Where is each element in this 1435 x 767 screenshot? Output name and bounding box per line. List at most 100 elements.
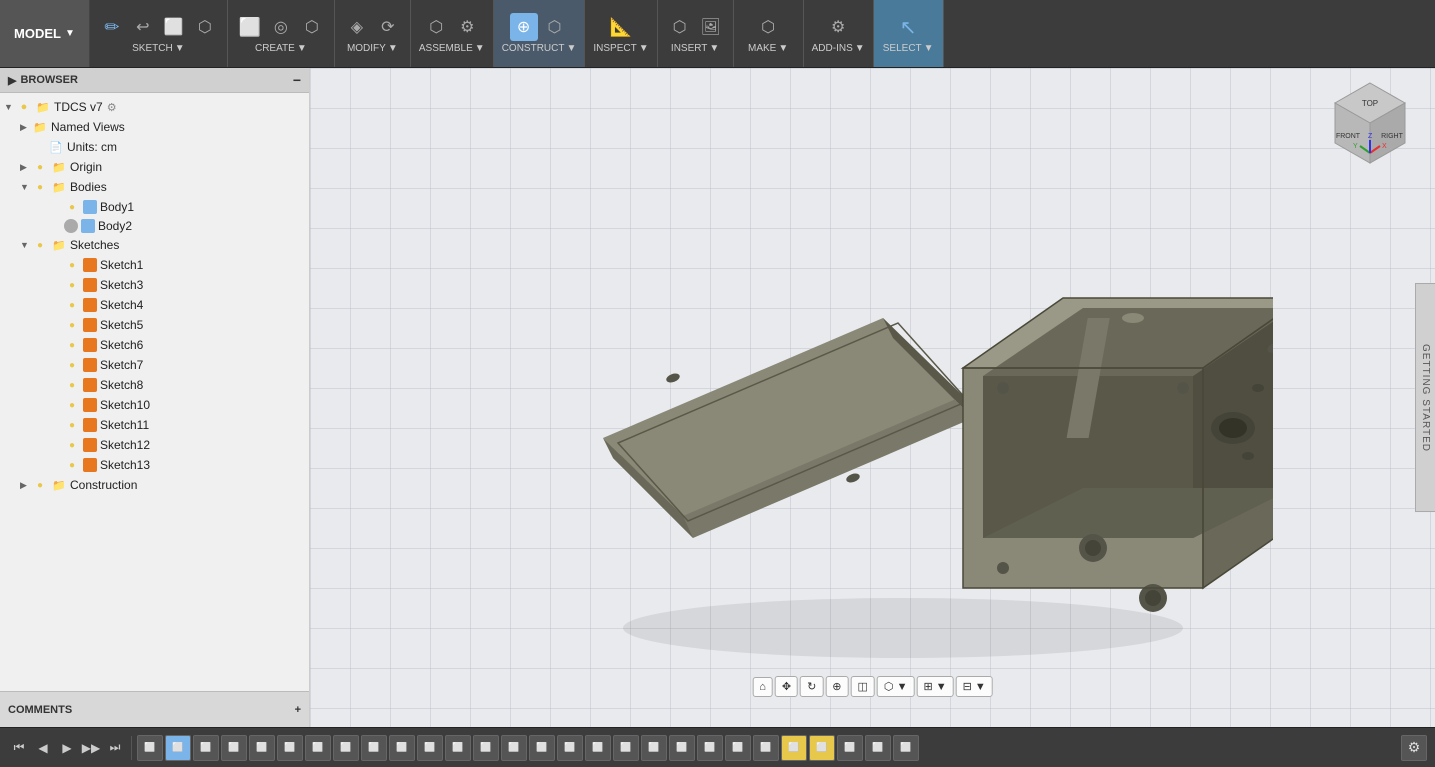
modify-group[interactable]: ◈ ⟳ MODIFY ▼: [335, 0, 411, 67]
vp-zoom-btn[interactable]: ⊕: [825, 676, 848, 697]
origin-visibility-icon: ●: [32, 159, 48, 175]
tree-sketch10[interactable]: ▶ ● Sketch10: [0, 395, 309, 415]
tree-sketch13[interactable]: ▶ ● Sketch13: [0, 455, 309, 475]
feature-btn-23[interactable]: ⬜: [753, 735, 779, 761]
feature-btn-7[interactable]: ⬜: [305, 735, 331, 761]
feature-btn-4[interactable]: ⬜: [221, 735, 247, 761]
settings-button[interactable]: ⚙: [1401, 735, 1427, 761]
tree-sketch12[interactable]: ▶ ● Sketch12: [0, 435, 309, 455]
timeline-prev-btn[interactable]: ◀: [32, 737, 54, 759]
tree-sketch8[interactable]: ▶ ● Sketch8: [0, 375, 309, 395]
feature-btn-5[interactable]: ⬜: [249, 735, 275, 761]
feature-btn-10[interactable]: ⬜: [389, 735, 415, 761]
timeline-end-btn[interactable]: ⏭: [104, 737, 126, 759]
feature-btn-26[interactable]: ⬜: [837, 735, 863, 761]
add-ins-group[interactable]: ⚙ ADD-INS ▼: [804, 0, 874, 67]
body1-name: Body1: [100, 200, 134, 214]
create-group[interactable]: ⬜ ◎ ⬡ CREATE ▼: [228, 0, 335, 67]
vp-grid-btn[interactable]: ⊞ ▼: [916, 676, 953, 697]
box-interior-screw-r1: [1252, 384, 1264, 392]
browser-collapse-icon[interactable]: −: [293, 72, 301, 88]
comments-expand-icon[interactable]: +: [295, 704, 301, 716]
vp-pan-btn[interactable]: ✥: [775, 676, 798, 697]
feature-btn-18[interactable]: ⬜: [613, 735, 639, 761]
feature-btn-19[interactable]: ⬜: [641, 735, 667, 761]
tree-named-views[interactable]: ▶ 📁 Named Views: [0, 117, 309, 137]
make-icons: ⬡: [754, 13, 782, 41]
select-group[interactable]: ↖ SELECT ▼: [874, 0, 944, 67]
body1-icon: [83, 200, 97, 214]
browser-header-left: ▶ BROWSER: [8, 74, 78, 87]
getting-started-tab[interactable]: GETTING STARTED: [1415, 283, 1435, 513]
tree-sketch7[interactable]: ▶ ● Sketch7: [0, 355, 309, 375]
browser-expand-icon[interactable]: ▶: [8, 74, 16, 87]
tree-sketch5[interactable]: ▶ ● Sketch5: [0, 315, 309, 335]
root-arrow: ▼: [4, 102, 16, 112]
tree-bodies[interactable]: ▼ ● 📁 Bodies: [0, 177, 309, 197]
feature-btn-1[interactable]: ⬜: [137, 735, 163, 761]
viewport[interactable]: TOP RIGHT FRONT X Y Z ⌂ ✥ ↻ ⊕ ◫ ⬡ ▼ ⊞ ▼ …: [310, 68, 1435, 727]
feature-btn-3[interactable]: ⬜: [193, 735, 219, 761]
root-settings-icon[interactable]: ⚙: [107, 101, 117, 114]
construction-folder-icon: 📁: [51, 477, 67, 493]
feature-btn-12[interactable]: ⬜: [445, 735, 471, 761]
sketch8-name: Sketch8: [100, 378, 143, 392]
feature-btn-16[interactable]: ⬜: [557, 735, 583, 761]
feature-btn-13[interactable]: ⬜: [473, 735, 499, 761]
create-icon-1: ⬜: [236, 13, 264, 41]
feature-btn-24[interactable]: ⬜: [781, 735, 807, 761]
feature-btn-27[interactable]: ⬜: [865, 735, 891, 761]
model-dropdown-button[interactable]: MODEL ▼: [0, 0, 90, 67]
feature-btn-2[interactable]: ⬜: [165, 735, 191, 761]
feature-btn-6[interactable]: ⬜: [277, 735, 303, 761]
tree-root[interactable]: ▼ ● 📁 TDCS v7 ⚙: [0, 97, 309, 117]
timeline-play-btn[interactable]: ▶: [56, 737, 78, 759]
feature-btn-20[interactable]: ⬜: [669, 735, 695, 761]
tree-origin[interactable]: ▶ ● 📁 Origin: [0, 157, 309, 177]
nav-cube[interactable]: TOP RIGHT FRONT X Y Z: [1325, 78, 1415, 168]
tree-body2[interactable]: ▶ Body2: [0, 217, 309, 235]
vp-home-btn[interactable]: ⌂: [752, 677, 773, 697]
insert-group[interactable]: ⬡ 🖼 INSERT ▼: [658, 0, 734, 67]
assemble-group[interactable]: ⬡ ⚙ ASSEMBLE ▼: [411, 0, 494, 67]
tree-body1[interactable]: ▶ ● Body1: [0, 197, 309, 217]
tree-sketch1[interactable]: ▶ ● Sketch1: [0, 255, 309, 275]
construction-visibility-icon: ●: [32, 477, 48, 493]
tree-units[interactable]: ▶ 📄 Units: cm: [0, 137, 309, 157]
feature-btn-11[interactable]: ⬜: [417, 735, 443, 761]
vp-visual-btn[interactable]: ⊟ ▼: [956, 676, 993, 697]
tree-sketch3[interactable]: ▶ ● Sketch3: [0, 275, 309, 295]
construct-group[interactable]: ⊕ ⬡ CONSTRUCT ▼: [494, 0, 586, 67]
sketch13-name: Sketch13: [100, 458, 150, 472]
feature-btn-25[interactable]: ⬜: [809, 735, 835, 761]
feature-btn-21[interactable]: ⬜: [697, 735, 723, 761]
feature-btn-8[interactable]: ⬜: [333, 735, 359, 761]
lid-screw-1: [665, 371, 681, 383]
vp-orbit-btn[interactable]: ↻: [800, 676, 823, 697]
sketch4-icon: [83, 298, 97, 312]
timeline-start-btn[interactable]: ⏮: [8, 737, 30, 759]
feature-btn-28[interactable]: ⬜: [893, 735, 919, 761]
tree-construction[interactable]: ▶ ● 📁 Construction: [0, 475, 309, 495]
make-group[interactable]: ⬡ MAKE ▼: [734, 0, 804, 67]
modify-icon-1: ◈: [343, 13, 371, 41]
feature-btn-14[interactable]: ⬜: [501, 735, 527, 761]
tree-sketches[interactable]: ▼ ● 📁 Sketches: [0, 235, 309, 255]
inspect-group[interactable]: 📐 INSPECT ▼: [585, 0, 657, 67]
tree-sketch6[interactable]: ▶ ● Sketch6: [0, 335, 309, 355]
vp-display-btn[interactable]: ⬡ ▼: [877, 676, 915, 697]
feature-btn-17[interactable]: ⬜: [585, 735, 611, 761]
tree-sketch11[interactable]: ▶ ● Sketch11: [0, 415, 309, 435]
insert-icon-1: ⬡: [666, 13, 694, 41]
model-3d-svg: [473, 108, 1273, 688]
inspect-icons: 📐: [607, 13, 635, 41]
tree-sketch4[interactable]: ▶ ● Sketch4: [0, 295, 309, 315]
feature-btn-9[interactable]: ⬜: [361, 735, 387, 761]
feature-btn-15[interactable]: ⬜: [529, 735, 555, 761]
timeline-next-btn[interactable]: ▶▶: [80, 737, 102, 759]
feature-btn-22[interactable]: ⬜: [725, 735, 751, 761]
sketch-group[interactable]: ✏ ↩ ⬜ ⬡ SKETCH ▼: [90, 0, 228, 67]
sketch11-icon: [83, 418, 97, 432]
sketch12-icon: [83, 438, 97, 452]
vp-fit-btn[interactable]: ◫: [851, 676, 875, 697]
